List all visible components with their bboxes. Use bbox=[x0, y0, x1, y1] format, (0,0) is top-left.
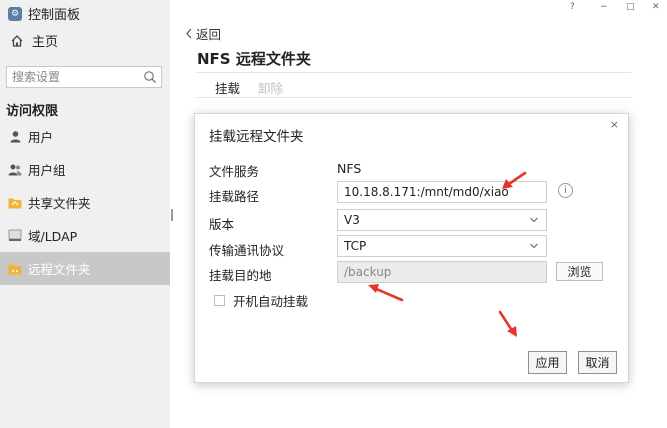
version-value: V3 bbox=[344, 213, 360, 227]
search-input[interactable] bbox=[7, 67, 137, 87]
path-label: 挂载路径 bbox=[209, 189, 260, 204]
maximize-button[interactable]: □ bbox=[626, 0, 635, 14]
auto-mount-row[interactable]: 开机自动挂载 bbox=[214, 291, 308, 310]
search-icon[interactable] bbox=[143, 70, 157, 84]
protocol-select[interactable]: TCP bbox=[337, 235, 547, 257]
sidebar-item-remote-folders[interactable]: 远程文件夹 bbox=[0, 252, 170, 285]
sidebar-splitter[interactable] bbox=[171, 209, 173, 221]
user-group-icon bbox=[8, 163, 22, 177]
close-window-button[interactable]: ✕ bbox=[652, 0, 660, 14]
sidebar-item-label: 域/LDAP bbox=[28, 229, 78, 244]
dialog-close-icon[interactable]: × bbox=[610, 118, 619, 131]
protocol-label: 传输通讯协议 bbox=[209, 243, 285, 258]
apply-button[interactable]: 应用 bbox=[528, 351, 567, 374]
browse-button[interactable]: 浏览 bbox=[556, 262, 603, 281]
auto-mount-label: 开机自动挂载 bbox=[233, 294, 309, 309]
mount-path-value: 10.18.8.171:/mnt/md0/xiao bbox=[344, 185, 509, 199]
target-label: 挂载目的地 bbox=[209, 268, 272, 283]
app-title-text: 控制面板 bbox=[28, 8, 81, 23]
chevron-left-icon bbox=[186, 28, 192, 39]
chevron-down-icon bbox=[530, 217, 538, 223]
user-icon bbox=[8, 130, 22, 144]
back-label: 返回 bbox=[196, 27, 222, 42]
remote-folder-icon bbox=[8, 262, 22, 276]
toolbar-tabs: 挂载 卸除 bbox=[215, 78, 283, 97]
section-access-rights: 访问权限 bbox=[6, 104, 59, 119]
control-panel-icon: ⚙ bbox=[8, 6, 22, 21]
annotation-arrow-icon bbox=[498, 310, 517, 337]
info-icon[interactable]: i bbox=[558, 183, 573, 198]
annotation-arrow-icon bbox=[368, 284, 404, 302]
shared-folder-icon bbox=[8, 196, 22, 210]
cancel-button[interactable]: 取消 bbox=[578, 351, 617, 374]
sidebar-item-users[interactable]: 用户 bbox=[0, 120, 170, 153]
service-value: NFS bbox=[337, 161, 362, 176]
back-button[interactable]: 返回 bbox=[185, 24, 221, 43]
ldap-icon bbox=[8, 229, 22, 243]
sidebar-item-home[interactable]: 主页 bbox=[10, 31, 58, 50]
tab-unmount[interactable]: 卸除 bbox=[258, 78, 283, 97]
sidebar-item-label: 用户组 bbox=[28, 163, 66, 178]
app-title: ⚙ 控制面板 bbox=[8, 4, 80, 23]
annotation-arrow-icon bbox=[502, 171, 527, 189]
sidebar-item-label: 共享文件夹 bbox=[28, 196, 91, 211]
mount-target-placeholder: /backup bbox=[344, 265, 392, 279]
mount-remote-folder-dialog: 挂载远程文件夹 × 文件服务 NFS 挂载路径 10.18.8.171:/mnt… bbox=[194, 113, 629, 383]
divider bbox=[197, 97, 631, 98]
tab-mount[interactable]: 挂载 bbox=[215, 78, 240, 97]
dialog-title: 挂载远程文件夹 bbox=[209, 129, 304, 145]
minimize-button[interactable]: − bbox=[600, 0, 608, 14]
auto-mount-checkbox[interactable] bbox=[214, 295, 225, 306]
divider bbox=[197, 72, 631, 73]
home-icon bbox=[11, 34, 23, 47]
version-label: 版本 bbox=[209, 217, 235, 232]
sidebar-item-label: 用户 bbox=[28, 130, 54, 145]
search-box bbox=[6, 66, 162, 88]
page-title: NFS 远程文件夹 bbox=[197, 50, 311, 68]
service-label: 文件服务 bbox=[209, 164, 260, 179]
sidebar-item-user-groups[interactable]: 用户组 bbox=[0, 153, 170, 186]
protocol-value: TCP bbox=[344, 239, 367, 253]
home-label: 主页 bbox=[32, 35, 59, 50]
sidebar-item-shared-folders[interactable]: 共享文件夹 bbox=[0, 186, 170, 219]
sidebar: ⚙ 控制面板 主页 访问权限 用户 用户组 共享文件夹 bbox=[0, 0, 170, 428]
version-select[interactable]: V3 bbox=[337, 209, 547, 231]
sidebar-item-label: 远程文件夹 bbox=[28, 262, 91, 277]
mount-target-input[interactable]: /backup bbox=[337, 261, 547, 283]
help-button[interactable]: ? bbox=[570, 0, 575, 14]
sidebar-item-ldap[interactable]: 域/LDAP bbox=[0, 219, 170, 252]
chevron-down-icon bbox=[530, 243, 538, 249]
